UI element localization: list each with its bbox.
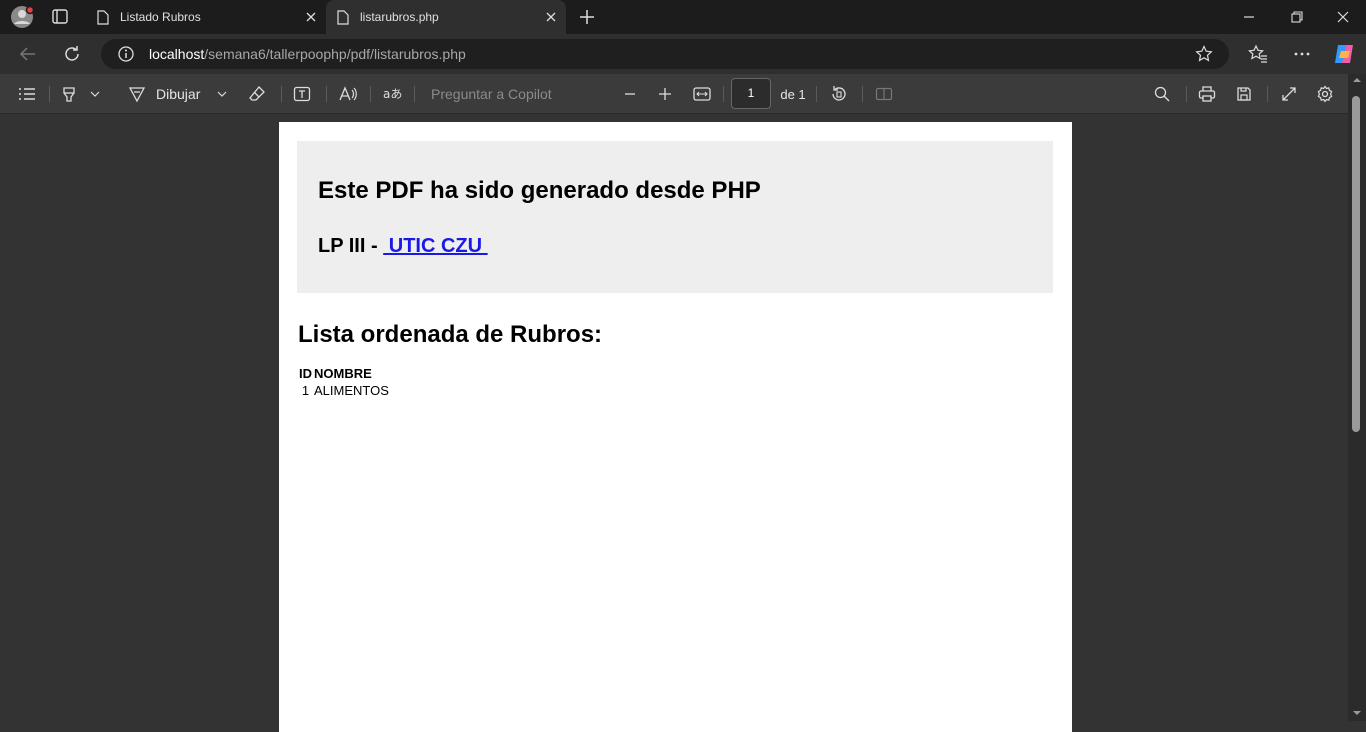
page-view-icon xyxy=(873,82,895,106)
separator xyxy=(281,86,282,102)
translate-icon[interactable]: aあ xyxy=(380,82,404,106)
column-header-id: ID xyxy=(299,366,312,381)
profile-avatar-icon[interactable] xyxy=(9,4,35,30)
contents-icon[interactable] xyxy=(16,82,38,106)
scroll-down-icon[interactable] xyxy=(1352,709,1362,717)
column-header-nombre: NOMBRE xyxy=(314,366,372,381)
scrollbar-thumb[interactable] xyxy=(1352,96,1360,432)
text-box-icon[interactable] xyxy=(291,82,313,106)
print-icon[interactable] xyxy=(1196,82,1218,106)
chevron-down-icon[interactable] xyxy=(215,82,229,106)
pdf-toolbar: Dibujar aあ Preguntar a Copilot 1 de 1 xyxy=(0,74,1366,114)
separator xyxy=(370,86,371,102)
eraser-icon[interactable] xyxy=(246,82,268,106)
fullscreen-icon[interactable] xyxy=(1278,82,1300,106)
cell-nombre: ALIMENTOS xyxy=(314,383,389,398)
copilot-icon[interactable] xyxy=(1332,42,1356,66)
site-info-icon[interactable] xyxy=(117,45,135,63)
star-icon[interactable] xyxy=(1195,45,1213,63)
reload-icon[interactable] xyxy=(62,44,82,64)
table-row: 1 ALIMENTOS xyxy=(298,382,390,399)
table-header-row: ID NOMBRE xyxy=(298,365,390,382)
restore-icon[interactable] xyxy=(1290,10,1304,24)
minimize-icon[interactable] xyxy=(1242,10,1256,24)
new-tab-icon[interactable] xyxy=(578,8,596,26)
read-aloud-icon[interactable] xyxy=(336,82,360,106)
separator xyxy=(862,86,863,102)
separator xyxy=(1186,86,1187,102)
favorites-icon[interactable] xyxy=(1248,44,1268,64)
save-icon[interactable] xyxy=(1233,82,1255,106)
settings-icon[interactable] xyxy=(1314,82,1336,106)
separator xyxy=(414,86,415,102)
highlight-icon[interactable] xyxy=(58,82,80,106)
subtitle-prefix: LP III - xyxy=(318,235,384,257)
zoom-out-icon[interactable] xyxy=(619,82,641,106)
svg-text:aあ: aあ xyxy=(383,87,402,101)
tab-title: Listado Rubros xyxy=(120,10,201,24)
draw-icon[interactable] xyxy=(126,82,148,106)
scroll-up-icon[interactable] xyxy=(1352,76,1362,84)
tab-listarubros[interactable]: listarubros.php xyxy=(326,0,566,34)
draw-label[interactable]: Dibujar xyxy=(156,82,206,106)
separator xyxy=(49,86,50,102)
cell-id: 1 xyxy=(301,383,310,398)
address-bar[interactable]: localhost/semana6/tallerpoophp/pdf/lista… xyxy=(101,39,1229,69)
search-icon[interactable] xyxy=(1151,82,1173,106)
page-icon xyxy=(335,9,351,25)
tab-actions-icon[interactable] xyxy=(50,8,70,26)
pdf-page: Este PDF ha sido generado desde PHP LP I… xyxy=(279,122,1072,732)
zoom-in-icon[interactable] xyxy=(654,82,676,106)
vertical-scrollbar[interactable] xyxy=(1348,74,1366,721)
ask-copilot-input[interactable]: Preguntar a Copilot xyxy=(431,82,601,106)
separator xyxy=(1267,86,1268,102)
title-bar: Listado Rubros listarubros.php xyxy=(0,0,1366,34)
url-text[interactable]: localhost/semana6/tallerpoophp/pdf/lista… xyxy=(149,46,466,62)
separator xyxy=(326,86,327,102)
fit-width-icon[interactable] xyxy=(691,82,713,106)
page-number-input[interactable]: 1 xyxy=(731,78,771,109)
url-path: /semana6/tallerpoophp/pdf/listarubros.ph… xyxy=(204,46,466,62)
page-icon xyxy=(95,9,111,25)
more-options-icon[interactable] xyxy=(1292,44,1312,64)
tab-title: listarubros.php xyxy=(360,10,439,24)
separator xyxy=(816,86,817,102)
close-icon[interactable] xyxy=(540,6,562,28)
document-header-box: Este PDF ha sido generado desde PHP LP I… xyxy=(297,141,1053,293)
list-heading: Lista ordenada de Rubros: xyxy=(298,321,603,348)
url-host: localhost xyxy=(149,46,205,62)
document-subtitle: LP III - UTIC CZU xyxy=(318,235,488,258)
tab-listado-rubros[interactable]: Listado Rubros xyxy=(86,0,326,34)
document-title: Este PDF ha sido generado desde PHP xyxy=(318,177,761,204)
rotate-icon[interactable] xyxy=(828,82,850,106)
back-icon[interactable] xyxy=(18,45,38,63)
separator xyxy=(723,86,724,102)
chevron-down-icon[interactable] xyxy=(88,82,102,106)
utic-czu-link[interactable]: UTIC CZU xyxy=(383,235,487,257)
close-icon[interactable] xyxy=(300,6,322,28)
rubros-table: ID NOMBRE 1 ALIMENTOS xyxy=(298,365,390,399)
close-window-icon[interactable] xyxy=(1336,10,1350,24)
navigation-bar: localhost/semana6/tallerpoophp/pdf/lista… xyxy=(0,34,1366,74)
page-total-label: de 1 xyxy=(780,86,806,102)
